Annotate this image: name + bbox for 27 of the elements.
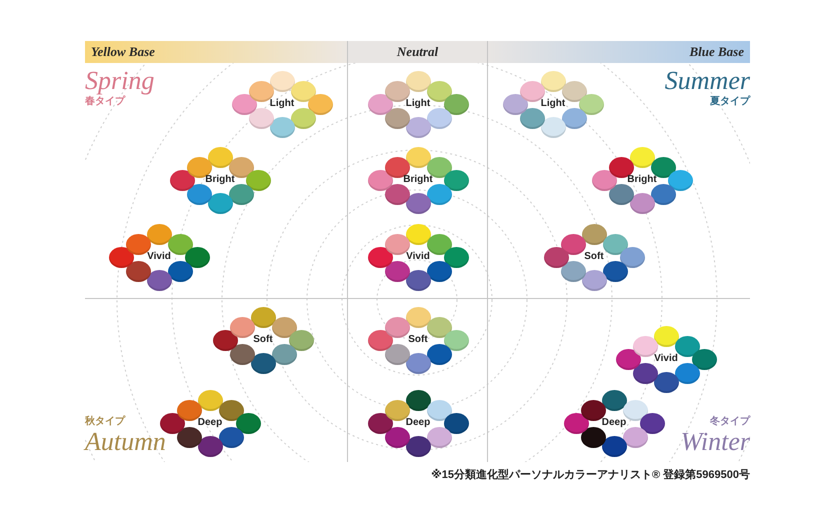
cluster-label: Deep: [404, 416, 432, 430]
season-subtitle: 冬タイプ: [710, 415, 750, 428]
cluster-label: Vivid: [405, 250, 431, 264]
cluster-label: Bright: [402, 173, 434, 187]
cluster-label: Light: [268, 97, 296, 111]
season-subtitle: 秋タイプ: [85, 415, 125, 428]
cluster-label: Soft: [583, 250, 605, 264]
cluster-label: Bright: [626, 173, 658, 187]
season-title: Spring: [85, 67, 154, 95]
season-subtitle: 春タイプ: [85, 95, 125, 108]
cluster-label: Vivid: [653, 352, 679, 366]
cluster-label: Vivid: [146, 250, 172, 264]
cluster-label: Soft: [252, 333, 274, 347]
season-title: Autumn: [85, 428, 166, 456]
base-header: Blue Base: [487, 41, 750, 63]
cluster-label: Deep: [196, 416, 224, 430]
season-title: Winter: [680, 428, 750, 456]
footnote: ※15分類進化型パーソナルカラーアナリスト® 登録第5969500号: [430, 468, 750, 482]
cluster-label: Deep: [600, 416, 628, 430]
season-subtitle: 夏タイプ: [710, 95, 750, 108]
cluster-label: Light: [540, 97, 566, 111]
season-title: Summer: [664, 67, 750, 95]
base-header: Yellow Base: [85, 41, 347, 63]
cluster-label: Light: [404, 97, 432, 111]
base-header: Neutral: [347, 41, 487, 63]
cluster-label: Soft: [407, 333, 429, 347]
cluster-label: Bright: [204, 173, 236, 187]
